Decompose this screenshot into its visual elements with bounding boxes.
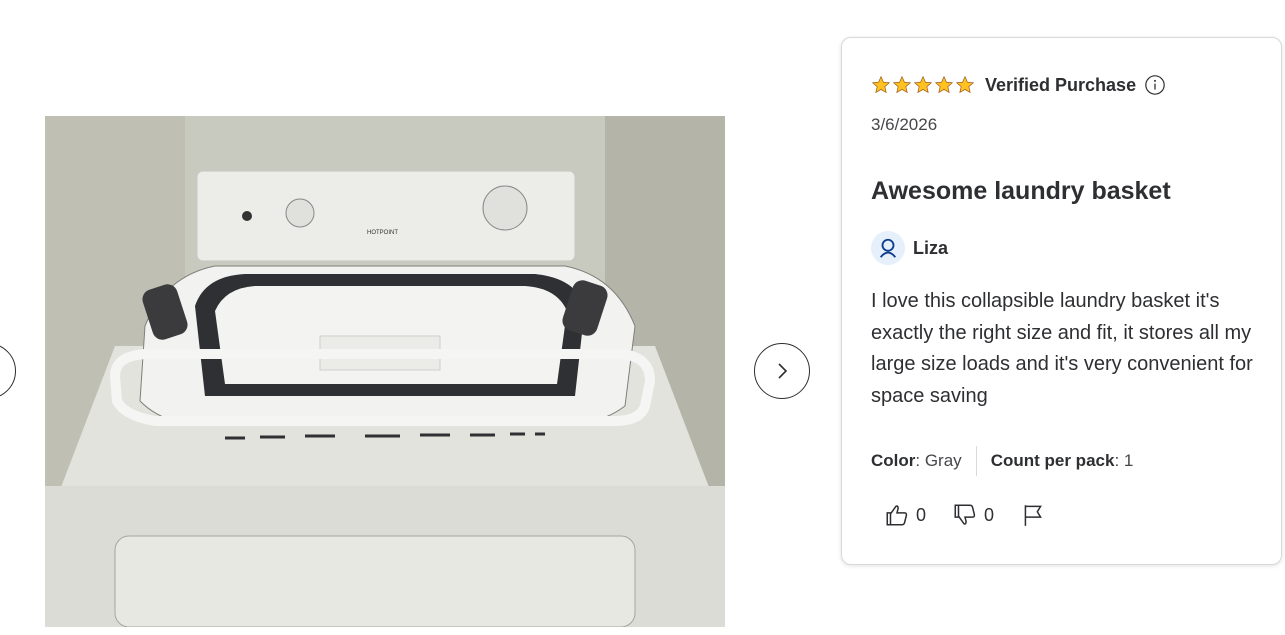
thumbs-up-icon xyxy=(886,505,908,526)
review-actions: 0 0 xyxy=(884,502,1072,528)
product-attributes: Color: Gray Count per pack: 1 xyxy=(871,446,1133,476)
reviewer: Liza xyxy=(871,231,948,265)
svg-text:HOTPOINT: HOTPOINT xyxy=(367,230,398,236)
unhelpful-count: 0 xyxy=(984,504,995,525)
star-icon xyxy=(955,75,975,94)
star-icon xyxy=(913,75,933,94)
helpful-count: 0 xyxy=(916,504,927,525)
reviewer-name: Liza xyxy=(913,237,949,258)
star-icon xyxy=(892,75,912,94)
verified-purchase-label: Verified Purchase xyxy=(985,74,1137,95)
attribute-count-per-pack: Count per pack: 1 xyxy=(990,451,1134,470)
next-photo-button[interactable] xyxy=(754,343,810,399)
star-icon xyxy=(934,75,954,94)
rating-row: Verified Purchase xyxy=(871,74,1166,96)
review-date: 3/6/2026 xyxy=(871,115,938,134)
flag-icon xyxy=(1024,505,1042,526)
review-body: I love this collapsible laundry basket i… xyxy=(871,290,1253,407)
review-photo[interactable]: HOTPOINT xyxy=(45,116,725,627)
unhelpful-button[interactable]: 0 xyxy=(952,502,994,528)
thumbs-down-icon xyxy=(954,504,976,525)
review-title: Awesome laundry basket xyxy=(871,177,1171,205)
info-icon[interactable] xyxy=(1144,74,1166,96)
review-card: Verified Purchase 3/6/2026 Awesome laund… xyxy=(841,37,1282,565)
user-icon xyxy=(879,238,897,258)
attribute-color: Color: Gray xyxy=(871,451,962,470)
chevron-right-icon xyxy=(778,363,788,379)
helpful-button[interactable]: 0 xyxy=(884,502,926,528)
star-rating xyxy=(871,75,975,95)
star-icon xyxy=(871,75,891,94)
report-button[interactable] xyxy=(1020,502,1046,528)
avatar xyxy=(871,231,905,265)
laundry-basket-photo: HOTPOINT xyxy=(45,116,725,627)
previous-photo-button[interactable] xyxy=(0,343,16,399)
divider xyxy=(975,446,977,476)
